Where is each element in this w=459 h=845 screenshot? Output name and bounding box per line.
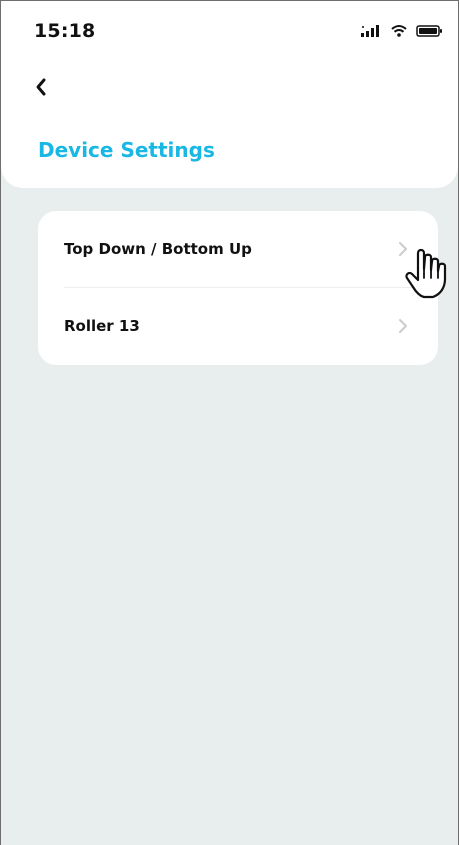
status-time: 15:18 [34, 20, 96, 42]
wifi-icon [390, 23, 408, 42]
settings-item-label: Top Down / Bottom Up [64, 240, 252, 258]
settings-item-label: Roller 13 [64, 317, 140, 335]
header-panel: 15:18 Device Settings [1, 1, 458, 188]
chevron-left-icon [33, 77, 49, 101]
settings-item-roller-13[interactable]: Roller 13 [38, 288, 438, 364]
chevron-right-icon [398, 241, 408, 257]
status-icons [360, 23, 444, 42]
back-button[interactable] [27, 75, 55, 103]
battery-icon [416, 23, 444, 42]
chevron-right-icon [398, 318, 408, 334]
page-title: Device Settings [38, 138, 215, 162]
device-settings-screen: 15:18 Device Settings Top Down / Bottom … [0, 0, 459, 845]
settings-item-top-down-bottom-up[interactable]: Top Down / Bottom Up [38, 211, 438, 287]
signal-icon [360, 23, 382, 42]
settings-list: Top Down / Bottom Up Roller 13 [38, 211, 438, 365]
